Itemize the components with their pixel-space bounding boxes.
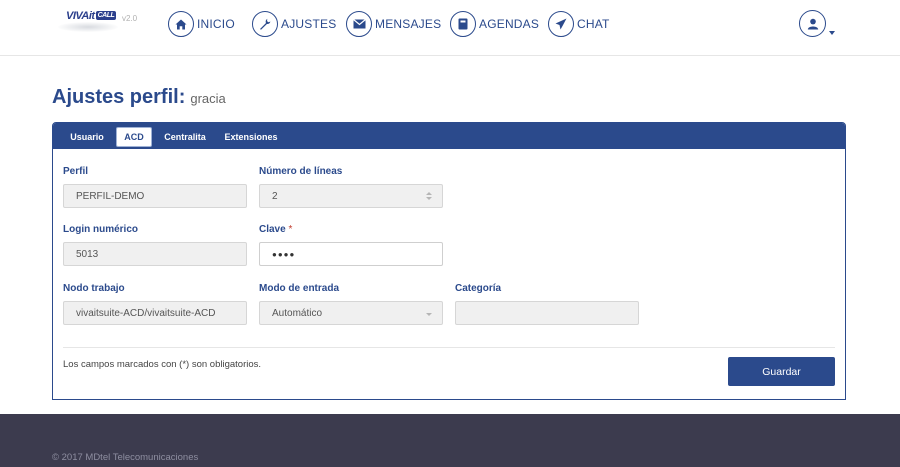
nav-item-mensajes[interactable]: MENSAJES — [346, 10, 441, 38]
nodo-value: vivaitsuite-ACD/vivaitsuite-ACD — [76, 307, 216, 319]
perfil-label: Perfil — [63, 166, 89, 177]
nodo-label: Nodo trabajo — [63, 283, 125, 294]
modo-select[interactable]: Automático — [259, 301, 443, 325]
save-button[interactable]: Guardar — [728, 357, 835, 386]
user-menu-button[interactable] — [799, 10, 826, 37]
nav-label-chat: CHAT — [577, 17, 610, 31]
nav-label-inicio: INICIO — [197, 17, 235, 31]
nav-item-ajustes[interactable]: AJUSTES — [252, 10, 336, 38]
password-value: ●●●● — [272, 249, 296, 259]
page-title: Ajustes perfil: gracia — [52, 86, 226, 109]
nav-item-chat[interactable]: CHAT — [548, 10, 610, 38]
password-field[interactable]: ●●●● — [259, 242, 443, 266]
categoria-field[interactable] — [455, 301, 639, 325]
nav-item-agendas[interactable]: AGENDAS — [450, 10, 539, 38]
nav-label-agendas: AGENDAS — [479, 17, 540, 31]
nav-label-ajustes: AJUSTES — [281, 17, 337, 31]
app-version: v2.0 — [122, 14, 138, 23]
perfil-value: PERFIL-DEMO — [76, 190, 145, 202]
user-icon — [807, 18, 818, 29]
brand-logo[interactable]: VIVAit CALL v2.0 — [58, 8, 140, 32]
num-lineas-label: Número de líneas — [259, 166, 343, 177]
num-lineas-value: 2 — [272, 190, 278, 202]
home-icon — [168, 11, 194, 37]
page-title-main: Ajustes perfil: — [52, 86, 186, 108]
form-divider — [63, 347, 835, 348]
logo-text: VIVAit CALL — [66, 10, 117, 22]
top-header: VIVAitCALL v2.0 INICIO AJUSTES MENSAJES — [0, 0, 900, 56]
num-lineas-field[interactable]: 2 — [259, 184, 443, 208]
tab-extensiones[interactable]: Extensiones — [219, 127, 283, 147]
logo-swoosh — [58, 22, 118, 32]
wrench-icon — [252, 11, 278, 37]
required-mark: * — [288, 224, 293, 235]
book-icon — [450, 11, 476, 37]
nodo-field[interactable]: vivaitsuite-ACD/vivaitsuite-ACD — [63, 301, 247, 325]
login-field[interactable]: 5013 — [63, 242, 247, 266]
login-label: Login numérico — [63, 224, 138, 235]
tab-centralita[interactable]: Centralita — [157, 127, 213, 147]
modo-value: Automático — [272, 307, 323, 319]
clave-label: Clave * — [259, 224, 293, 235]
spinner-icon[interactable] — [426, 192, 432, 201]
required-note: Los campos marcados con (*) son obligato… — [63, 359, 262, 370]
footer-copyright: © 2017 MDtel Telecomunicaciones — [52, 452, 199, 463]
logo-badge: CALL — [95, 11, 117, 20]
tab-bar: Usuario ACD Centralita Extensiones — [53, 123, 845, 149]
nav-label-mensajes: MENSAJES — [375, 17, 442, 31]
chevron-down-icon — [426, 313, 432, 316]
tab-acd[interactable]: ACD — [116, 127, 152, 147]
page-footer: © 2017 MDtel Telecomunicaciones — [0, 414, 900, 467]
send-icon — [548, 11, 574, 37]
tab-usuario[interactable]: Usuario — [63, 127, 111, 147]
perfil-field[interactable]: PERFIL-DEMO — [63, 184, 247, 208]
settings-panel: Usuario ACD Centralita Extensiones Perfi… — [52, 122, 846, 400]
login-value: 5013 — [76, 248, 99, 260]
nav-item-inicio[interactable]: INICIO — [168, 10, 235, 38]
chevron-down-icon[interactable] — [829, 31, 835, 35]
categoria-label: Categoría — [455, 283, 502, 294]
modo-label: Modo de entrada — [259, 283, 340, 294]
envelope-icon — [346, 11, 372, 37]
page-title-user: gracia — [190, 91, 226, 106]
